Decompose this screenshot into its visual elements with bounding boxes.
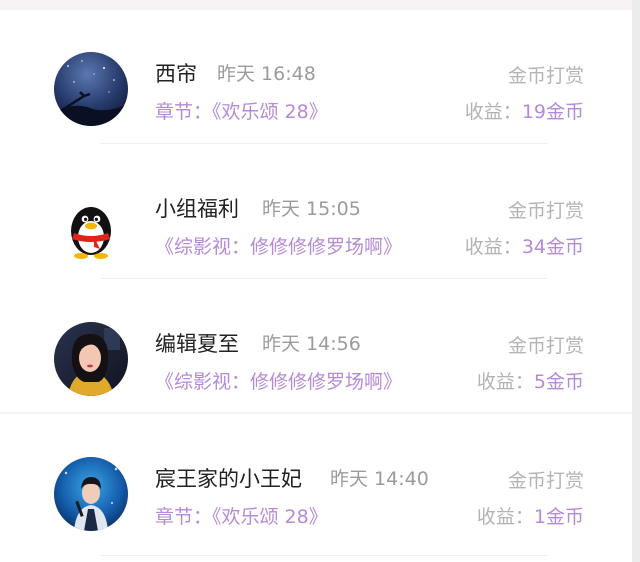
earnings: 收益：5金币 xyxy=(477,367,584,394)
starry-night-avatar[interactable] xyxy=(54,52,128,126)
earnings-label: 收益： xyxy=(476,371,534,393)
reward-type-label: 金币打赏 xyxy=(507,65,584,87)
earnings: 收益：19金币 xyxy=(465,97,584,124)
earnings: 收益：34金币 xyxy=(465,232,584,259)
top-strip xyxy=(0,0,640,10)
scroll-edge xyxy=(632,0,640,562)
reward-type-label: 金币打赏 xyxy=(507,335,584,357)
stage-performer-avatar[interactable] xyxy=(54,457,128,531)
sender-name[interactable]: 小组福利 xyxy=(155,193,239,223)
section-divider xyxy=(0,412,632,414)
earnings-value: 5金币 xyxy=(533,371,584,393)
work-link[interactable]: 章节：《欢乐颂 28》 xyxy=(155,97,328,124)
row-divider xyxy=(100,143,548,144)
timestamp: 昨天 15:05 xyxy=(262,198,361,220)
work-link[interactable]: 《综影视：修修修修罗场啊》 xyxy=(155,367,402,394)
earnings-value: 34金币 xyxy=(521,236,584,258)
earnings-label: 收益： xyxy=(464,101,522,123)
reward-item[interactable]: 西帘 昨天 16:48 金币打赏 章节：《欢乐颂 28》 收益：19金币 xyxy=(0,10,632,144)
sender-name[interactable]: 编辑夏至 xyxy=(155,328,239,358)
timestamp: 昨天 16:48 xyxy=(217,63,316,85)
earnings-value: 19金币 xyxy=(521,101,584,123)
work-link[interactable]: 章节：《欢乐颂 28》 xyxy=(155,502,328,529)
earnings: 收益：1金币 xyxy=(477,502,584,529)
work-link[interactable]: 《综影视：修修修修罗场啊》 xyxy=(155,232,402,259)
earnings-label: 收益： xyxy=(476,506,534,528)
earnings-value: 1金币 xyxy=(533,506,584,528)
qq-penguin-avatar[interactable] xyxy=(54,187,128,261)
earnings-label: 收益： xyxy=(464,236,522,258)
portrait-woman-avatar[interactable] xyxy=(54,322,128,396)
reward-type-label: 金币打赏 xyxy=(507,470,584,492)
row-divider xyxy=(100,555,548,556)
timestamp: 昨天 14:40 xyxy=(330,468,429,490)
reward-type-label: 金币打赏 xyxy=(507,200,584,222)
sender-name[interactable]: 西帘 xyxy=(155,58,197,88)
row-divider xyxy=(100,278,548,279)
reward-item[interactable]: 编辑夏至 昨天 14:56 金币打赏 《综影视：修修修修罗场啊》 收益：5金币 xyxy=(0,280,632,414)
reward-list: 西帘 昨天 16:48 金币打赏 章节：《欢乐颂 28》 收益：19金币 小组福… xyxy=(0,10,632,562)
reward-item[interactable]: 宸王家的小王妃 昨天 14:40 金币打赏 章节：《欢乐颂 28》 收益：1金币 xyxy=(0,415,632,556)
timestamp: 昨天 14:56 xyxy=(262,333,361,355)
sender-name[interactable]: 宸王家的小王妃 xyxy=(155,463,302,493)
reward-item[interactable]: 小组福利 昨天 15:05 金币打赏 《综影视：修修修修罗场啊》 收益：34金币 xyxy=(0,145,632,279)
